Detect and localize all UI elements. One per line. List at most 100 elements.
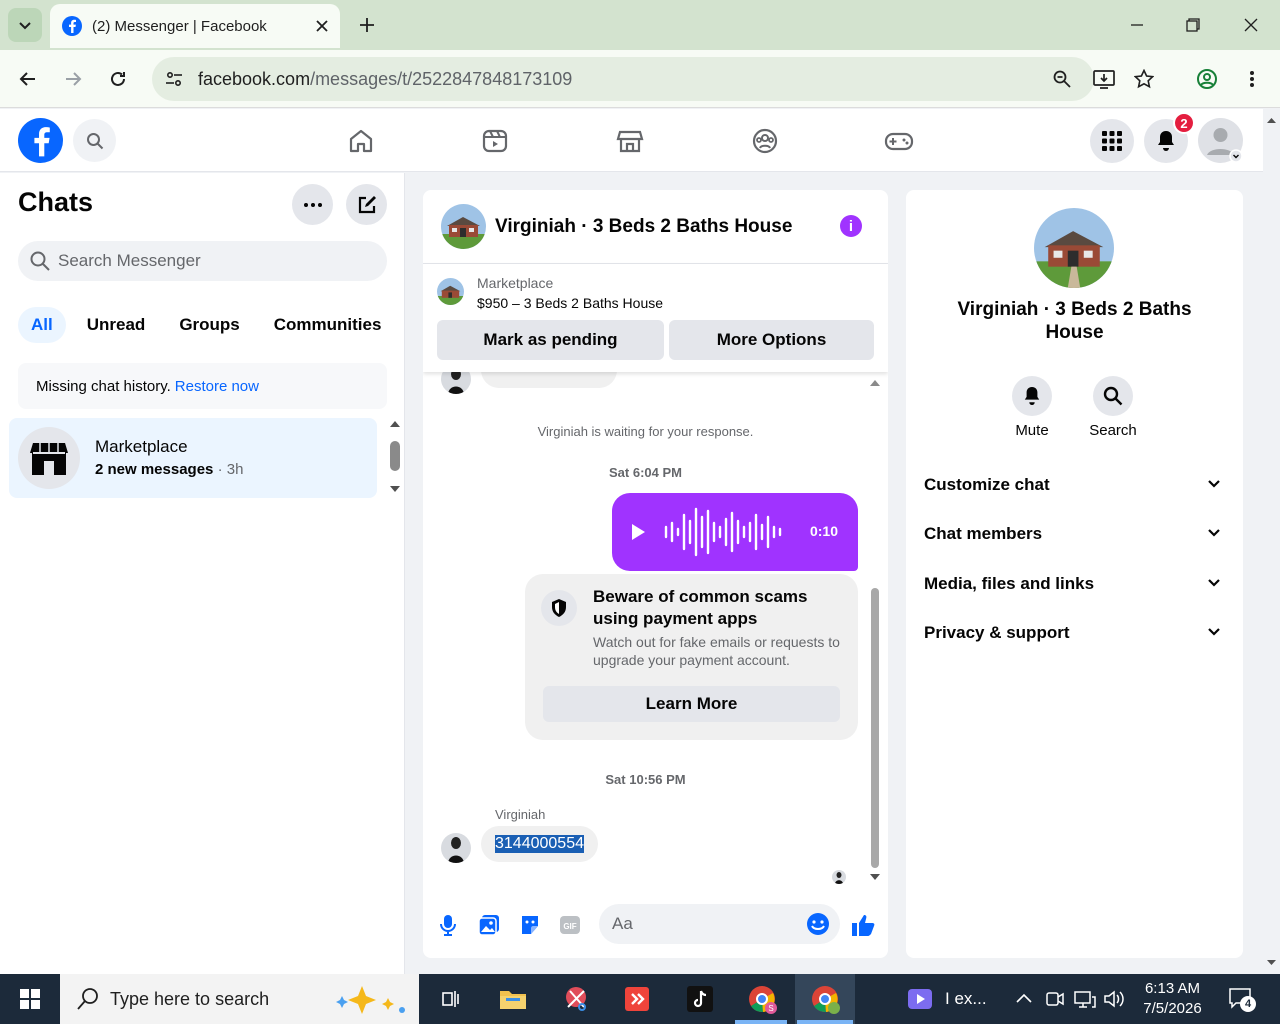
mark-as-pending-button[interactable]: Mark as pending bbox=[437, 320, 664, 360]
message-input[interactable]: Aa bbox=[599, 904, 840, 944]
task-view-button[interactable] bbox=[433, 982, 467, 1016]
listing-price-title[interactable]: $950 – 3 Beds 2 Baths House bbox=[477, 295, 663, 311]
marketplace-nav[interactable] bbox=[612, 123, 648, 159]
anydesk-button[interactable] bbox=[620, 982, 654, 1016]
chat-list-item[interactable]: Marketplace 2 new messages · 3h bbox=[9, 418, 377, 498]
filter-unread[interactable]: Unread bbox=[74, 307, 159, 343]
filter-communities[interactable]: Communities bbox=[261, 307, 395, 343]
attach-photo-button[interactable] bbox=[476, 912, 502, 938]
network-icon[interactable] bbox=[1074, 989, 1096, 1009]
voice-clip-button[interactable] bbox=[435, 912, 461, 938]
chevron-down-icon bbox=[1208, 628, 1220, 636]
privacy-support-section[interactable]: Privacy & support bbox=[914, 610, 1235, 656]
conversation-info-button[interactable]: i bbox=[840, 215, 862, 237]
zoom-icon[interactable] bbox=[1048, 65, 1076, 93]
chat-members-section[interactable]: Chat members bbox=[914, 511, 1235, 557]
reload-button[interactable] bbox=[104, 65, 132, 93]
profile-button[interactable] bbox=[1193, 65, 1221, 93]
video-icon bbox=[482, 129, 508, 153]
close-window-button[interactable] bbox=[1238, 12, 1264, 38]
chevron-down-icon bbox=[1208, 579, 1220, 587]
search-icon bbox=[77, 988, 98, 1010]
emoji-icon[interactable] bbox=[806, 912, 830, 936]
microphone-icon bbox=[440, 915, 456, 936]
install-app-button[interactable] bbox=[1090, 65, 1118, 93]
filter-all[interactable]: All bbox=[18, 307, 66, 343]
like-button[interactable] bbox=[850, 912, 876, 938]
snip-icon bbox=[566, 987, 586, 1011]
sticker-button[interactable] bbox=[517, 912, 543, 938]
house-photo-icon bbox=[1034, 208, 1114, 288]
snipping-tool-button[interactable] bbox=[559, 982, 593, 1016]
file-explorer-button[interactable] bbox=[496, 982, 530, 1016]
folder-icon bbox=[500, 991, 526, 1009]
search-action[interactable]: Search bbox=[1073, 376, 1153, 439]
thread-scrollbar[interactable] bbox=[868, 376, 882, 886]
close-tab-icon[interactable] bbox=[316, 20, 328, 32]
sticker-icon bbox=[522, 916, 538, 934]
new-tab-button[interactable] bbox=[354, 12, 380, 38]
bookmark-button[interactable] bbox=[1130, 65, 1158, 93]
address-bar[interactable]: facebook.com/messages/t/2522847848173109 bbox=[152, 57, 1094, 101]
chat-name: Marketplace bbox=[95, 437, 188, 456]
sender-name: Virginiah bbox=[495, 807, 546, 822]
home-icon bbox=[349, 129, 373, 153]
filter-groups[interactable]: Groups bbox=[166, 307, 252, 343]
listing-large-avatar[interactable] bbox=[1034, 208, 1114, 288]
play-icon[interactable] bbox=[630, 523, 646, 541]
browser-tab-bar: (2) Messenger | Facebook bbox=[0, 0, 1280, 50]
browser-tab[interactable]: (2) Messenger | Facebook bbox=[50, 4, 340, 48]
contact-avatar-small bbox=[441, 833, 471, 863]
minimize-button[interactable] bbox=[1124, 12, 1150, 38]
notification-center-button[interactable]: 4 bbox=[1228, 987, 1258, 1013]
mute-action[interactable]: Mute bbox=[992, 376, 1072, 439]
video-nav[interactable] bbox=[477, 123, 513, 159]
back-button[interactable] bbox=[14, 65, 42, 93]
tiktok-button[interactable] bbox=[683, 982, 717, 1016]
phone-number-message[interactable]: 3144000554 bbox=[481, 826, 598, 862]
gif-button[interactable]: GIF bbox=[557, 912, 583, 938]
chrome-profile-button[interactable]: S bbox=[745, 982, 779, 1016]
video-player-icon bbox=[908, 989, 932, 1009]
media-app-button[interactable] bbox=[903, 982, 937, 1016]
facebook-search-button[interactable] bbox=[73, 119, 116, 162]
browser-menu-button[interactable] bbox=[1238, 65, 1266, 93]
gaming-nav[interactable] bbox=[881, 123, 917, 159]
groups-nav[interactable] bbox=[747, 123, 783, 159]
page-scrollbar[interactable] bbox=[1263, 109, 1280, 974]
menu-button[interactable] bbox=[1090, 119, 1134, 163]
chat-preview-text: 2 new messages bbox=[95, 461, 214, 478]
more-options-button[interactable]: More Options bbox=[669, 320, 874, 360]
search-icon bbox=[30, 251, 50, 271]
taskbar-search[interactable]: Type here to search bbox=[60, 974, 419, 1024]
home-nav[interactable] bbox=[343, 123, 379, 159]
listing-avatar[interactable] bbox=[441, 204, 486, 249]
chat-options-button[interactable] bbox=[292, 184, 333, 225]
volume-icon[interactable] bbox=[1103, 989, 1127, 1009]
audio-message[interactable]: 0:10 bbox=[612, 493, 858, 571]
compose-icon bbox=[358, 195, 376, 213]
customize-chat-section[interactable]: Customize chat bbox=[914, 462, 1235, 508]
sidebar-scrollbar[interactable] bbox=[389, 420, 401, 495]
search-messenger-input[interactable]: Search Messenger bbox=[18, 241, 387, 281]
marketplace-avatar bbox=[18, 427, 80, 489]
account-avatar[interactable] bbox=[1198, 118, 1243, 163]
chevron-up-icon[interactable] bbox=[1015, 991, 1033, 1005]
chrome-active-app[interactable] bbox=[808, 982, 842, 1016]
default-avatar-icon bbox=[1207, 128, 1243, 163]
url-host: facebook.com bbox=[198, 68, 311, 89]
restore-now-link[interactable]: Restore now bbox=[175, 378, 259, 395]
new-message-button[interactable] bbox=[346, 184, 387, 225]
start-button[interactable] bbox=[0, 974, 60, 1024]
running-app-label[interactable]: I ex... bbox=[945, 989, 987, 1009]
tab-search-button[interactable] bbox=[8, 8, 42, 42]
meet-now-icon[interactable] bbox=[1045, 989, 1065, 1009]
restore-button[interactable] bbox=[1180, 12, 1206, 38]
task-view-icon bbox=[442, 991, 459, 1007]
forward-button[interactable] bbox=[59, 65, 87, 93]
facebook-logo[interactable] bbox=[18, 118, 63, 163]
media-files-links-section[interactable]: Media, files and links bbox=[914, 561, 1235, 607]
system-clock[interactable]: 6:13 AM 7/5/2026 bbox=[1130, 979, 1215, 1019]
learn-more-button[interactable]: Learn More bbox=[543, 686, 840, 722]
site-info-icon[interactable] bbox=[160, 65, 188, 93]
